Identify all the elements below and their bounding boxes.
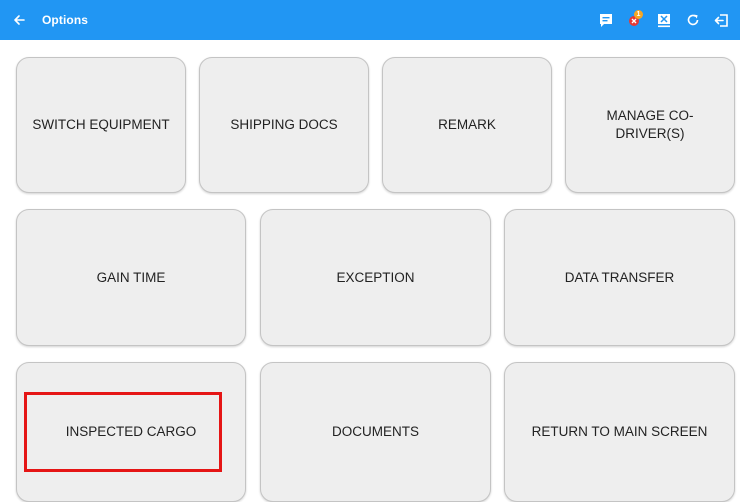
exception-label: EXCEPTION <box>336 269 415 285</box>
switch-equipment-button[interactable]: SWITCH EQUIPMENT <box>16 57 186 193</box>
back-arrow-icon <box>14 15 25 25</box>
gain-time-label: GAIN TIME <box>96 269 166 285</box>
data-transfer-button[interactable]: DATA TRANSFER <box>504 209 735 346</box>
refresh-button[interactable] <box>678 0 707 40</box>
message-icon <box>599 13 612 27</box>
toolbar-actions: 1 <box>591 0 736 40</box>
alerts-button[interactable]: 1 <box>620 0 649 40</box>
remark-label: REMARK <box>438 117 496 132</box>
sync-status-button[interactable] <box>649 0 678 40</box>
refresh-icon <box>687 14 698 26</box>
gain-time-button[interactable]: GAIN TIME <box>16 209 246 346</box>
app-bar: Options 1 <box>0 0 740 40</box>
remark-button[interactable]: REMARK <box>382 57 552 193</box>
manage-codrivers-button[interactable]: MANAGE CO-DRIVER(S) <box>565 57 735 193</box>
notification-badge: 1 <box>634 10 643 19</box>
inspected-cargo-button[interactable]: INSPECTED CARGO <box>16 362 246 502</box>
shipping-docs-button[interactable]: SHIPPING DOCS <box>199 57 369 193</box>
messages-button[interactable] <box>591 0 620 40</box>
page-title: Options <box>42 13 89 27</box>
return-main-screen-label: RETURN TO MAIN SCREEN <box>531 424 708 439</box>
logout-icon <box>714 13 728 27</box>
sync-error-icon <box>657 13 670 27</box>
documents-label: DOCUMENTS <box>332 424 419 439</box>
back-button[interactable] <box>0 0 38 40</box>
manage-codrivers-label: MANAGE CO-DRIVER(S) <box>606 108 694 141</box>
inspected-cargo-label: INSPECTED CARGO <box>65 424 197 439</box>
exception-button[interactable]: EXCEPTION <box>260 209 491 346</box>
switch-equipment-label: SWITCH EQUIPMENT <box>32 117 170 132</box>
shipping-docs-label: SHIPPING DOCS <box>230 117 338 132</box>
documents-button[interactable]: DOCUMENTS <box>260 362 491 502</box>
return-main-screen-button[interactable]: RETURN TO MAIN SCREEN <box>504 362 735 502</box>
logout-button[interactable] <box>707 0 736 40</box>
data-transfer-label: DATA TRANSFER <box>564 269 675 285</box>
